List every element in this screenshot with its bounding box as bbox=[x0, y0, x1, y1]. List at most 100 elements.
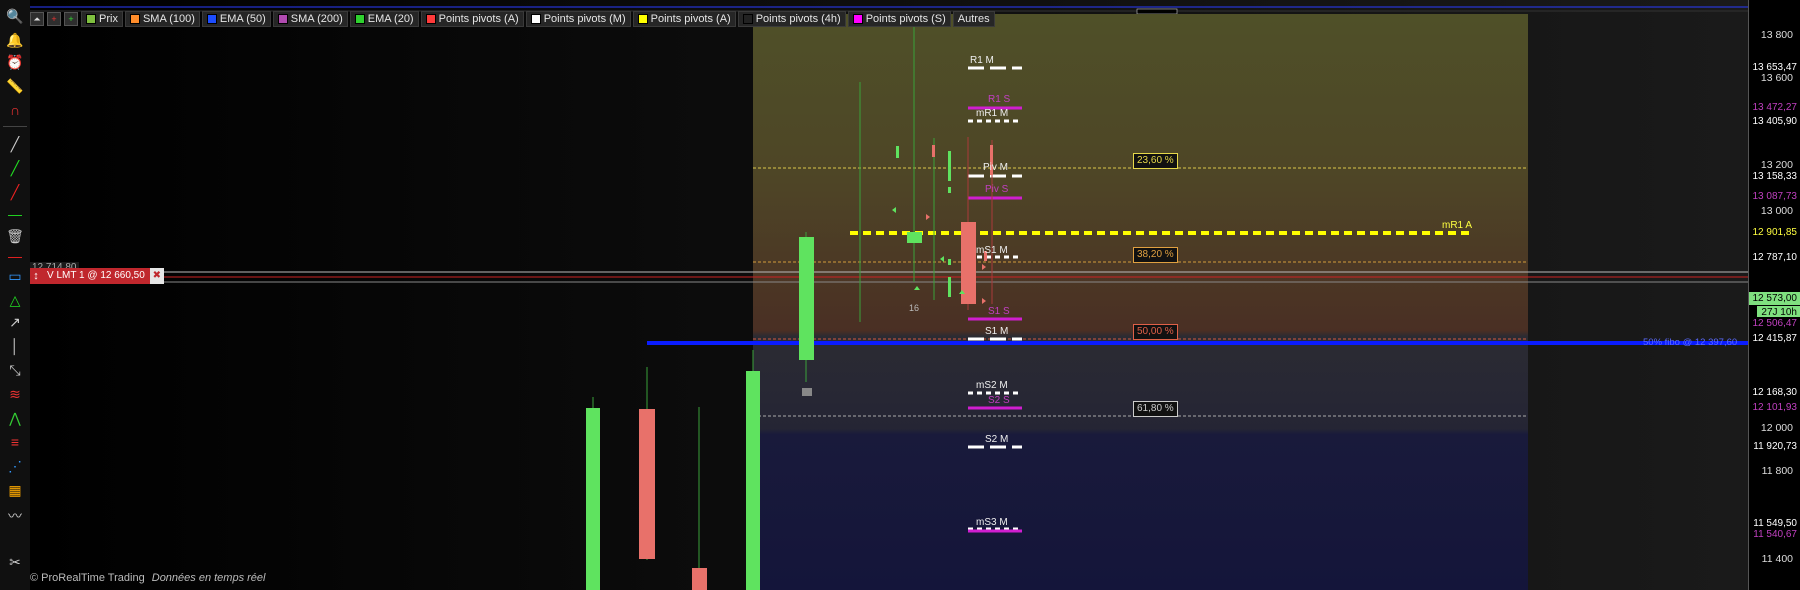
triangle-icon[interactable]: △ bbox=[4, 290, 26, 310]
legend-swatch-icon bbox=[277, 13, 288, 24]
price-tick: 11 400 bbox=[1761, 553, 1793, 565]
legend-swatch-icon bbox=[86, 13, 96, 24]
price-chart[interactable]: ⏶ + + Prix SMA (100) EMA (50) SMA (200) EMA … bbox=[30, 0, 1748, 590]
price-tag: 12 573,00 bbox=[1748, 292, 1800, 305]
legend-label: Points pivots (S) bbox=[865, 12, 946, 25]
fan-icon[interactable]: ≡ bbox=[4, 432, 26, 452]
price-tag: 12 168,30 bbox=[1748, 386, 1800, 399]
wave-icon[interactable]: 〰 bbox=[4, 506, 26, 526]
legend-item[interactable]: Points pivots (S) bbox=[847, 10, 951, 27]
drag-handle-icon[interactable]: ↕ bbox=[30, 268, 42, 284]
horizontal-line-icon[interactable]: — bbox=[4, 204, 26, 224]
gann-icon[interactable]: ⋰ bbox=[4, 456, 26, 476]
pivot-mr1a-label: mR1 A bbox=[1442, 220, 1473, 231]
legend-label: Points pivots (A) bbox=[650, 12, 731, 25]
legend-label: EMA (50) bbox=[219, 12, 266, 25]
price-tick: 11 800 bbox=[1761, 465, 1793, 477]
order-close-icon[interactable]: ✖ bbox=[149, 268, 164, 284]
legend-item[interactable]: SMA (200) bbox=[272, 10, 348, 27]
pivot-s2m-label: S2 M bbox=[985, 434, 1009, 445]
price-tag: 13 472,27 bbox=[1748, 101, 1800, 114]
order-line-icon[interactable]: — bbox=[4, 246, 26, 266]
pivot-mr1m-label: mR1 M bbox=[976, 108, 1009, 119]
legend-label: Points pivots (A) bbox=[438, 12, 519, 25]
price-tag: 13 087,73 bbox=[1748, 190, 1800, 203]
order-line[interactable]: ↕ V LMT 1 @ 12 660,50 ✖ bbox=[30, 268, 164, 284]
pitchfork-icon[interactable]: ⋀ bbox=[4, 408, 26, 428]
price-tag: 12 901,85 bbox=[1748, 226, 1800, 239]
legend-label: EMA (20) bbox=[367, 12, 414, 25]
price-tag: 11 540,67 bbox=[1749, 528, 1800, 541]
legend-item[interactable]: Points pivots (M) bbox=[525, 10, 631, 27]
magnet-icon[interactable]: ∩ bbox=[4, 100, 26, 120]
ema-label: 50% fibo @ 12 397,60 bbox=[1643, 337, 1738, 348]
legend-label: Points pivots (4h) bbox=[755, 12, 841, 25]
indicator-legend: ⏶ + + Prix SMA (100) EMA (50) SMA (200) EMA … bbox=[30, 10, 997, 27]
add-alert-icon[interactable]: + bbox=[47, 11, 61, 26]
fibo-icon[interactable]: ≋ bbox=[4, 384, 26, 404]
add-indicator-icon[interactable]: + bbox=[64, 11, 78, 26]
pivot-s1m-label: S1 M bbox=[985, 326, 1009, 337]
fibonacci-zone bbox=[753, 14, 1528, 590]
channel-icon[interactable]: ⤡ bbox=[4, 360, 26, 380]
legend-more-button[interactable]: Autres bbox=[952, 10, 995, 27]
pivot-s2s-label: S2 S bbox=[988, 395, 1010, 406]
ruler-icon[interactable]: 📏 bbox=[4, 76, 26, 96]
price-tag: 12 415,87 bbox=[1748, 332, 1800, 345]
price-tag: 12 506,47 bbox=[1748, 317, 1800, 330]
legend-swatch-icon bbox=[206, 13, 217, 24]
legend-label: SMA (200) bbox=[290, 12, 343, 25]
alert-bell-icon[interactable]: 🔔 bbox=[4, 30, 26, 50]
legend-item[interactable]: Prix bbox=[81, 10, 123, 27]
legend-item[interactable]: Points pivots (A) bbox=[420, 10, 524, 27]
pivot-pivm-label: Piv M bbox=[983, 162, 1008, 173]
pivot-r1m-label: R1 M bbox=[970, 55, 994, 66]
line-icon[interactable]: ╱ bbox=[4, 134, 26, 154]
legend-swatch-icon bbox=[742, 13, 753, 24]
calendar-icon[interactable]: ▦ bbox=[4, 480, 26, 500]
settings-tools-icon[interactable]: ✂ bbox=[4, 552, 26, 572]
legend-label: Points pivots (M) bbox=[543, 12, 626, 25]
chart-canvas[interactable] bbox=[30, 0, 1748, 590]
bell-icon[interactable]: ⏶ bbox=[30, 11, 44, 26]
fibo-618-label: 61,80 % bbox=[1133, 401, 1178, 417]
legend-item[interactable]: Points pivots (A) bbox=[632, 10, 736, 27]
arrow-icon[interactable]: ↗ bbox=[4, 312, 26, 332]
data-status-label: Données en temps réel bbox=[151, 572, 266, 584]
legend-item[interactable]: SMA (100) bbox=[124, 10, 200, 27]
order-label[interactable]: V LMT 1 @ 12 660,50 bbox=[42, 268, 150, 284]
price-tag: 12 787,10 bbox=[1748, 251, 1800, 264]
trendline-green-icon[interactable]: ╱ bbox=[4, 158, 26, 178]
drawing-toolbar: 🔍 🔔 ⏰ 📏 ∩ ╱ ╱ ╱ — 🗑 — ▭ △ ↗ │ ⤡ ≋ ⋀ ≡ ⋰ … bbox=[0, 0, 31, 590]
alert-add-icon[interactable]: ⏰ bbox=[4, 52, 26, 72]
price-tag: 12 101,93 bbox=[1748, 401, 1800, 414]
count-label: 16 bbox=[909, 303, 920, 313]
price-tag: 13 653,47 bbox=[1748, 61, 1800, 74]
legend-item[interactable]: EMA (50) bbox=[201, 10, 271, 27]
trendline-red-icon[interactable]: ╱ bbox=[4, 182, 26, 202]
price-tag: 11 920,73 bbox=[1749, 440, 1800, 453]
trash-icon[interactable]: 🗑 bbox=[4, 226, 26, 246]
price-tag: 13 405,90 bbox=[1748, 115, 1800, 128]
brand-label: © ProRealTime Trading bbox=[30, 572, 145, 584]
legend-swatch-icon bbox=[354, 13, 365, 24]
price-tick: 12 000 bbox=[1760, 422, 1793, 434]
legend-item[interactable]: EMA (20) bbox=[349, 10, 419, 27]
fibo-382-label: 38,20 % bbox=[1133, 247, 1178, 263]
legend-label: Prix bbox=[99, 12, 118, 25]
price-axis[interactable]: 13 800 13 600 13 200 13 000 12 000 11 800 11 4… bbox=[1748, 0, 1800, 590]
chart-footer: © ProRealTime Trading Données en temps r… bbox=[30, 572, 265, 584]
legend-item[interactable]: Points pivots (4h) bbox=[737, 10, 846, 27]
pivot-ms3m-label: mS3 M bbox=[976, 517, 1008, 528]
rectangle-icon[interactable]: ▭ bbox=[4, 266, 26, 286]
legend-swatch-icon bbox=[637, 13, 648, 24]
legend-label: SMA (100) bbox=[142, 12, 195, 25]
legend-swatch-icon bbox=[129, 13, 140, 24]
price-tag: 13 158,33 bbox=[1748, 170, 1800, 183]
zoom-icon[interactable]: 🔍 bbox=[4, 6, 26, 26]
pivot-ms2m-label: mS2 M bbox=[976, 380, 1008, 391]
legend-swatch-icon bbox=[852, 13, 863, 24]
pivot-r1s-label: R1 S bbox=[988, 94, 1011, 105]
vertical-line-icon[interactable]: │ bbox=[4, 336, 26, 356]
price-tick: 13 800 bbox=[1760, 29, 1793, 41]
